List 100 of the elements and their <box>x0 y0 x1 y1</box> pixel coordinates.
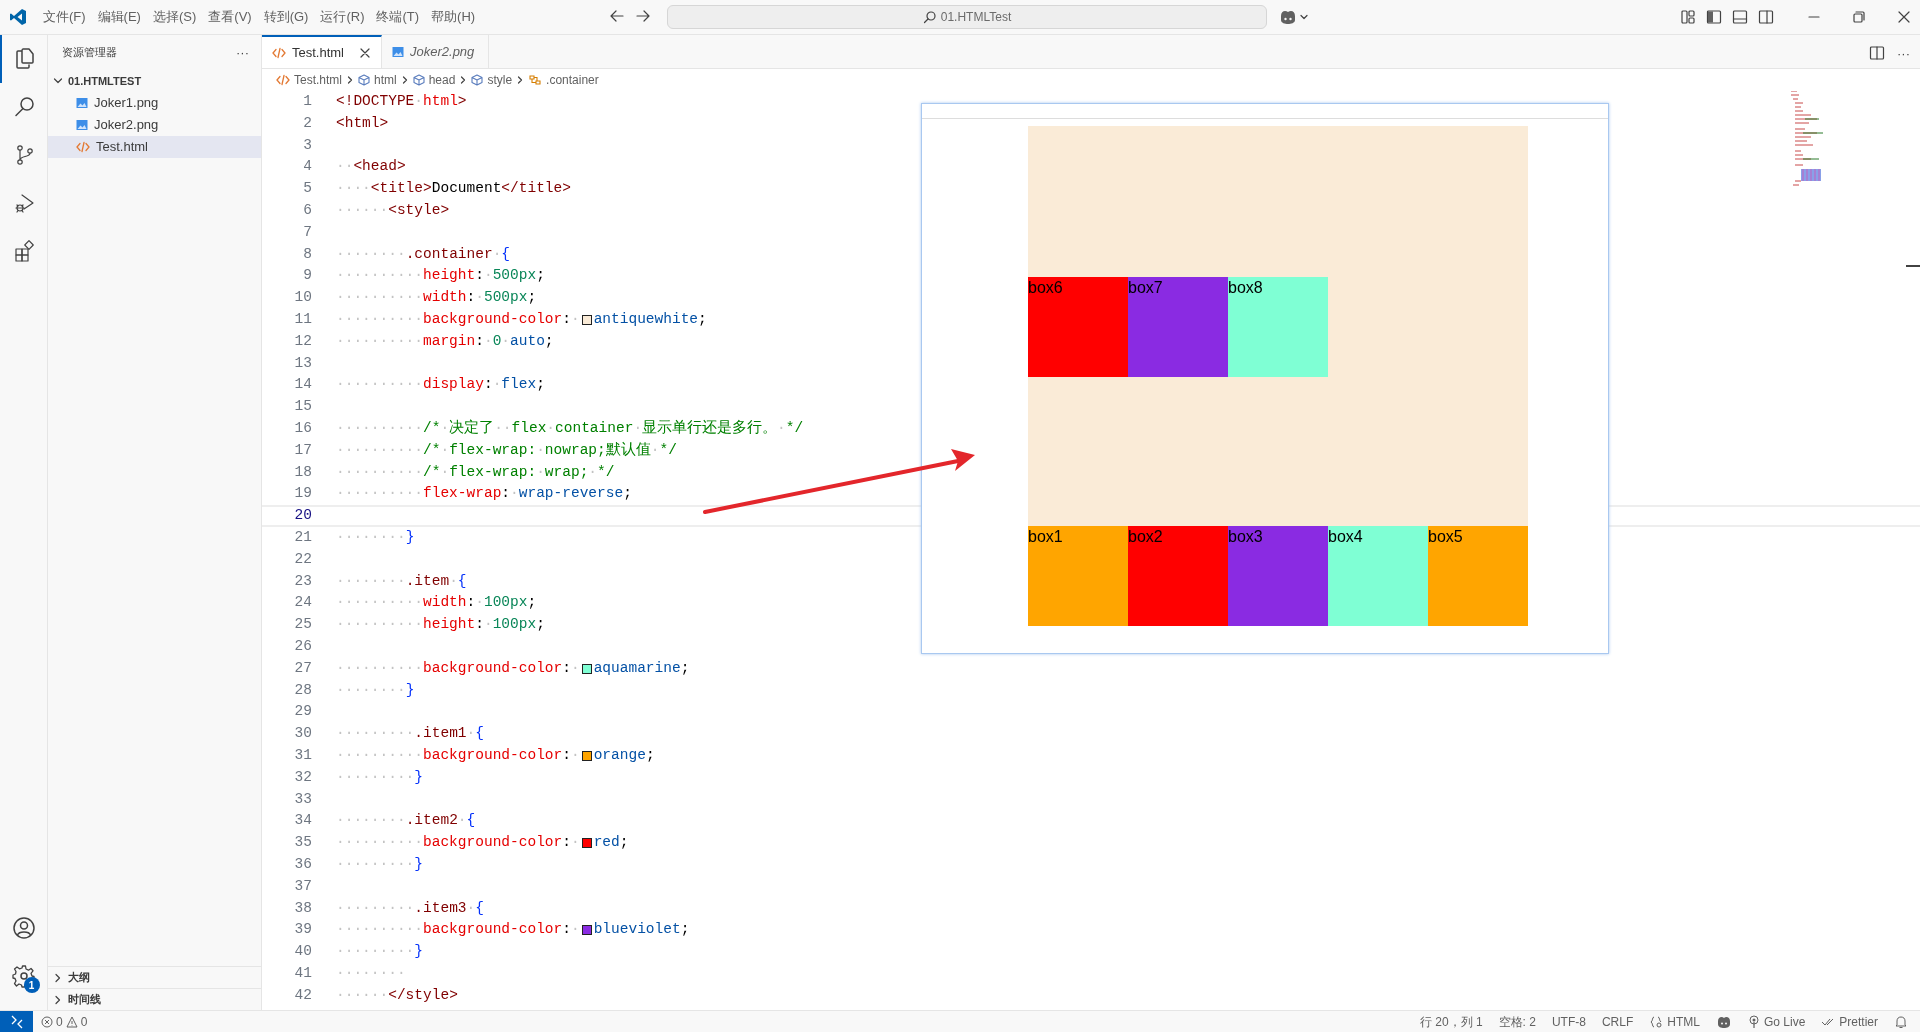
code-token: 0 <box>492 331 502 351</box>
line-number: 42 <box>293 985 312 1005</box>
editor-tab[interactable]: Joker2.png <box>382 35 489 68</box>
line-number: 11 <box>293 310 312 329</box>
code-token: · <box>475 593 484 613</box>
code-token: : <box>562 658 571 678</box>
code-token: nowrap;默认值 <box>544 440 651 460</box>
account-icon[interactable] <box>11 916 36 940</box>
restore-icon[interactable] <box>1851 9 1867 25</box>
chevron-right-icon <box>345 75 355 85</box>
code-token: width <box>423 288 467 308</box>
line-number: 5 <box>302 179 312 199</box>
code-token: · <box>457 811 467 831</box>
flex-item: box3 <box>1228 526 1328 626</box>
customize-layout-icon[interactable] <box>1680 9 1696 25</box>
menu-item[interactable]: 终端(T) <box>370 4 426 30</box>
color-swatch[interactable] <box>581 925 592 936</box>
editor-tab[interactable]: Test.html <box>262 35 382 68</box>
code-token: wrap; <box>544 462 589 482</box>
code-token: ···· <box>336 179 371 199</box>
code-token: · <box>501 331 511 351</box>
code-token: flex <box>511 418 547 438</box>
menu-item[interactable]: 运行(R) <box>314 4 371 30</box>
toggle-sidebar-icon[interactable] <box>1706 9 1722 25</box>
code-token: ·········· <box>336 331 423 351</box>
code-token: ; <box>680 920 690 940</box>
chevron-down-icon[interactable] <box>1299 12 1309 22</box>
file-item[interactable]: Joker2.png <box>48 114 261 136</box>
toggle-panel-icon[interactable] <box>1732 9 1748 25</box>
code-token: ········· <box>336 724 415 744</box>
code-token: · <box>570 833 580 853</box>
code-token: · <box>777 418 786 438</box>
image-file-icon <box>76 119 88 131</box>
color-swatch[interactable] <box>581 838 592 848</box>
code-token: · <box>449 571 458 591</box>
menu-item[interactable]: 编辑(E) <box>91 4 147 30</box>
status-item[interactable]: UTF-8 <box>1551 1012 1586 1031</box>
breadcrumb-item[interactable]: head <box>412 71 456 89</box>
code-token: wrap-reverse <box>518 484 624 504</box>
remote-button[interactable] <box>0 1011 33 1032</box>
status-item[interactable]: 行 20，列 1 <box>1419 1012 1483 1031</box>
breadcrumb-item[interactable]: html <box>358 71 397 89</box>
command-center-search[interactable]: 01.HTMLTest <box>667 5 1267 29</box>
code-token: } <box>414 942 424 962</box>
language-mode-button[interactable]: HTML <box>1649 1012 1700 1031</box>
code-token: · <box>650 440 660 460</box>
cube-icon <box>412 74 425 86</box>
close-icon[interactable] <box>359 46 371 59</box>
selector-icon <box>528 74 543 86</box>
file-item[interactable]: Test.html <box>48 136 261 158</box>
bell-icon[interactable] <box>1894 1014 1908 1029</box>
settings-icon[interactable] <box>11 964 36 988</box>
copilot-icon[interactable] <box>1715 1014 1732 1029</box>
menu-item[interactable]: 查看(V) <box>202 4 258 30</box>
code-token: */ <box>659 440 677 460</box>
code-token: 500px <box>492 266 537 286</box>
color-swatch[interactable] <box>581 663 592 674</box>
cube-icon <box>358 74 370 86</box>
code-token: 100px <box>492 615 537 635</box>
code-token: background-color <box>423 920 563 940</box>
code-token: 决定了 <box>449 418 495 438</box>
color-swatch[interactable] <box>581 314 592 325</box>
menu-item[interactable]: 文件(F) <box>37 4 92 30</box>
line-number: 17 <box>293 440 312 460</box>
notification-badge: 1 <box>23 977 40 993</box>
breadcrumb-item[interactable]: style <box>471 71 513 89</box>
warning-icon <box>65 1015 78 1028</box>
code-token: ·········· <box>336 462 423 482</box>
problems-button[interactable]: 0 0 <box>41 1012 88 1031</box>
section-header[interactable]: 大纲 <box>48 966 261 988</box>
line-number: 24 <box>293 593 312 613</box>
go-live-button[interactable]: Go Live <box>1747 1012 1806 1031</box>
status-item[interactable]: 空格: 2 <box>1498 1012 1536 1031</box>
braces-icon <box>1649 1014 1664 1029</box>
extensions-icon <box>12 239 37 263</box>
more-actions-button[interactable]: ··· <box>1897 46 1910 60</box>
toggle-secondary-sidebar-icon[interactable] <box>1758 9 1774 25</box>
code-token: <style> <box>388 201 450 220</box>
code-token: } <box>414 854 424 874</box>
close-icon[interactable] <box>1896 9 1912 25</box>
code-token: { <box>501 244 511 264</box>
breadcrumb-item[interactable]: Test.html <box>276 71 342 89</box>
breadcrumb-item[interactable]: .container <box>528 71 599 89</box>
split-editor-icon[interactable] <box>1869 45 1885 61</box>
copilot-icon[interactable] <box>1278 8 1298 26</box>
color-swatch[interactable] <box>581 750 592 761</box>
file-item[interactable]: Joker1.png <box>48 92 261 114</box>
code-token: · <box>440 440 450 460</box>
folder-row[interactable]: 01.HTMLTEST <box>48 70 261 92</box>
menu-item[interactable]: 转到(G) <box>257 4 315 30</box>
menu-item[interactable]: 选择(S) <box>146 4 203 30</box>
code-token: ; <box>527 288 537 308</box>
status-item[interactable]: CRLF <box>1601 1012 1634 1031</box>
code-token: ·· <box>336 157 354 177</box>
menu-item[interactable]: 帮助(H) <box>425 4 482 30</box>
code-token: ·········· <box>336 310 423 329</box>
prettier-button[interactable]: Prettier <box>1821 1012 1878 1031</box>
code-token: flex-wrap: <box>449 440 537 460</box>
line-number: 9 <box>302 266 312 286</box>
more-actions-button[interactable]: ··· <box>236 46 249 59</box>
